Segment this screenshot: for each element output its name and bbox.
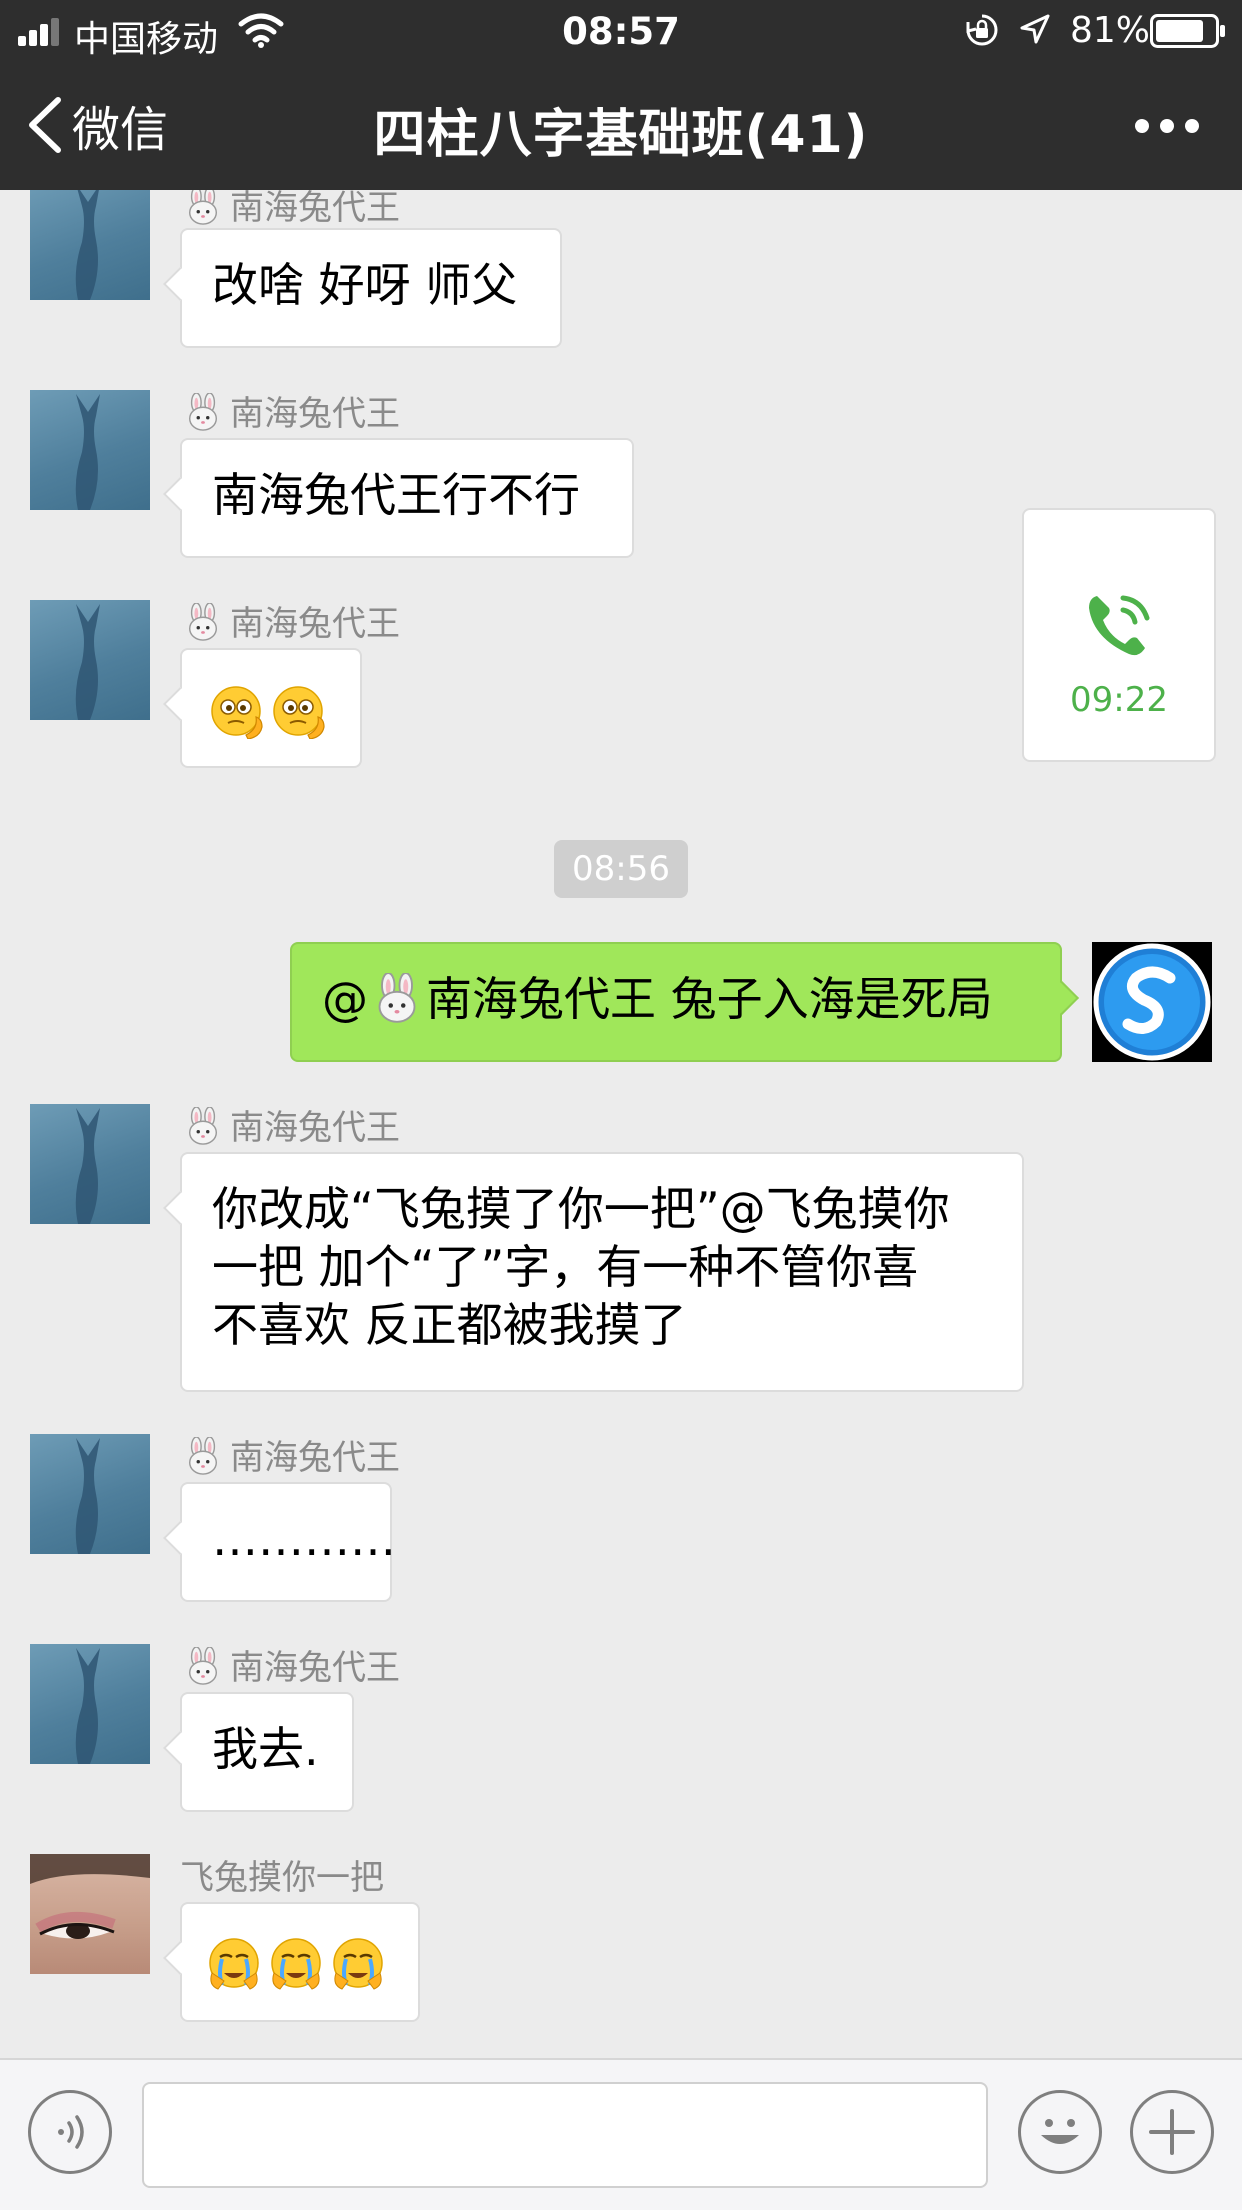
face-photo-icon bbox=[30, 1854, 150, 1939]
peeking-face-emoji bbox=[206, 679, 266, 739]
timestamp: 08:56 bbox=[554, 840, 688, 898]
avatar[interactable] bbox=[30, 600, 150, 720]
message-text-line: 你改成“飞兔摸了你一把”@飞兔摸你 bbox=[212, 1182, 950, 1236]
message-bubble[interactable] bbox=[180, 1902, 420, 2022]
message-bubble[interactable] bbox=[180, 648, 362, 768]
message-input[interactable] bbox=[142, 2082, 988, 2188]
sogou-logo-icon bbox=[1093, 943, 1211, 1061]
more-functions-button[interactable] bbox=[1130, 2090, 1214, 2174]
sender-name: 南海兔代王 bbox=[184, 1640, 400, 1689]
sender-name: 南海兔代王 bbox=[184, 386, 400, 435]
message-bubble[interactable]: 改啥 好呀 师父 bbox=[180, 228, 562, 348]
sender-name: 南海兔代王 bbox=[184, 1430, 400, 1479]
mention-name: 南海兔代王 bbox=[426, 972, 656, 1026]
sender-name: 南海兔代王 bbox=[184, 1100, 400, 1149]
status-bar: 中国移动 08:57 81% bbox=[0, 0, 1242, 62]
crying-face-emoji bbox=[266, 1933, 326, 1993]
voice-input-button[interactable] bbox=[28, 2090, 112, 2174]
avatar[interactable] bbox=[30, 1644, 150, 1764]
own-message-bubble[interactable]: @ 南海兔代王 兔子入海是死局 bbox=[290, 942, 1062, 1062]
message-bubble[interactable]: ………… bbox=[180, 1482, 396, 1602]
message-text: ………… bbox=[212, 1512, 396, 1566]
avatar[interactable] bbox=[30, 1854, 150, 1974]
avatar[interactable] bbox=[30, 1104, 150, 1224]
own-avatar[interactable] bbox=[1092, 942, 1212, 1062]
crying-face-emoji bbox=[328, 1933, 388, 1993]
message-bubble[interactable]: 我去. bbox=[180, 1692, 354, 1812]
bunny-icon bbox=[372, 973, 422, 1023]
battery-icon bbox=[1150, 14, 1225, 48]
message-text-line: 不喜欢 反正都被我摸了 bbox=[212, 1298, 687, 1352]
battery-percent: 81% bbox=[1070, 10, 1151, 51]
message-text: 我去. bbox=[212, 1722, 319, 1776]
top-bar: 中国移动 08:57 81% 微信 四柱八字基础班(41) bbox=[0, 0, 1242, 190]
bunny-icon bbox=[184, 1437, 222, 1475]
status-time: 08:57 bbox=[562, 10, 680, 53]
message-text: 兔子入海是死局 bbox=[670, 972, 993, 1026]
location-arrow-icon bbox=[1020, 14, 1050, 44]
bunny-icon bbox=[184, 603, 222, 641]
rotation-lock-icon bbox=[966, 14, 998, 46]
voice-call-card[interactable]: 09:22 bbox=[1022, 508, 1216, 762]
chat-title: 四柱八字基础班(41) bbox=[373, 105, 869, 165]
plus-icon bbox=[1149, 2109, 1195, 2155]
message-bubble[interactable]: 你改成“飞兔摸了你一把”@飞兔摸你 一把 加个“了”字，有一种不管你喜 不喜欢 … bbox=[180, 1152, 1024, 1392]
input-bar bbox=[0, 2058, 1242, 2210]
sender-name: 飞兔摸你一把 bbox=[180, 1858, 384, 1898]
emoji-button[interactable] bbox=[1018, 2090, 1102, 2174]
message-text: 改啥 好呀 师父 bbox=[212, 258, 518, 312]
message-bubble[interactable]: 南海兔代王行不行 bbox=[180, 438, 634, 558]
crying-face-emoji bbox=[204, 1933, 264, 1993]
message-text-line: 一把 加个“了”字，有一种不管你喜 bbox=[212, 1240, 919, 1294]
peeking-face-emoji bbox=[268, 679, 328, 739]
bunny-icon bbox=[184, 1647, 222, 1685]
emoji-icon bbox=[1041, 2119, 1079, 2144]
bunny-icon bbox=[184, 393, 222, 431]
message-text: 南海兔代王行不行 bbox=[212, 468, 580, 522]
voice-input-icon bbox=[58, 2115, 84, 2149]
avatar[interactable] bbox=[30, 180, 150, 300]
avatar[interactable] bbox=[30, 390, 150, 510]
bunny-icon bbox=[184, 187, 222, 225]
bunny-icon bbox=[184, 1107, 222, 1145]
avatar[interactable] bbox=[30, 1434, 150, 1554]
phone-call-icon bbox=[1089, 595, 1150, 656]
mention-at: @ bbox=[322, 972, 368, 1026]
nav-bar: 微信 四柱八字基础班(41) bbox=[0, 62, 1242, 190]
more-options-icon[interactable] bbox=[1132, 106, 1202, 146]
call-duration: 09:22 bbox=[1070, 680, 1168, 720]
sender-name: 南海兔代王 bbox=[184, 596, 400, 645]
